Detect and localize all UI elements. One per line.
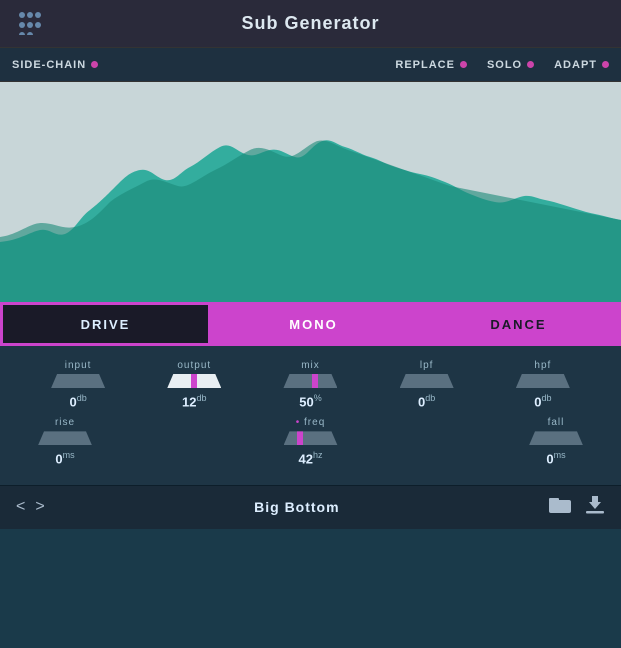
rise-control[interactable]: rise 0ms (30, 417, 100, 466)
fall-fader[interactable] (529, 431, 583, 445)
drive-button[interactable]: DRIVE (0, 302, 208, 346)
input-value: 0db (69, 393, 86, 409)
input-label: input (65, 360, 92, 371)
waveform-display (0, 82, 621, 302)
fall-value: 0ms (546, 450, 565, 466)
waveform-svg (0, 82, 621, 302)
hpf-value: 0db (534, 393, 551, 409)
adapt-label: ADAPT (554, 59, 597, 71)
mix-fader[interactable] (283, 374, 337, 388)
output-value: 12db (182, 393, 206, 409)
footer: < > Big Bottom (0, 485, 621, 529)
freq-control[interactable]: • freq 42hz (276, 417, 346, 466)
replace-button[interactable]: REPLACE (395, 59, 467, 71)
sidechain-button[interactable]: SIDE-CHAIN (12, 59, 98, 71)
output-fader[interactable] (167, 374, 221, 388)
hpf-fader[interactable] (516, 374, 570, 388)
mono-button[interactable]: MONO (211, 302, 416, 346)
mix-value: 50% (299, 393, 321, 409)
rise-fader[interactable] (38, 431, 92, 445)
freq-fader[interactable] (284, 431, 338, 445)
adapt-dot (602, 61, 609, 68)
lpf-control[interactable]: lpf 0db (392, 360, 462, 409)
freq-dot: • (296, 417, 301, 428)
output-control[interactable]: output 12db (159, 360, 229, 409)
next-preset-button[interactable]: > (35, 498, 44, 516)
lpf-label: lpf (420, 360, 434, 371)
sidechain-dot (91, 61, 98, 68)
freq-label: • freq (296, 417, 326, 428)
lpf-fader[interactable] (400, 374, 454, 388)
input-control[interactable]: input 0db (43, 360, 113, 409)
app-title: Sub Generator (241, 13, 379, 34)
input-fader[interactable] (51, 374, 105, 388)
solo-button[interactable]: SOLO (487, 59, 534, 71)
controls-area: input 0db output 12db mix 50% (0, 346, 621, 485)
fall-control[interactable]: fall 0ms (521, 417, 591, 466)
preset-navigation: < > (16, 498, 45, 516)
folder-icon[interactable] (549, 495, 571, 520)
controls-row-1: input 0db output 12db mix 50% (20, 360, 601, 409)
header: Sub Generator (0, 0, 621, 48)
download-icon[interactable] (585, 495, 605, 520)
mix-label: mix (301, 360, 320, 371)
solo-label: SOLO (487, 59, 522, 71)
controls-row-2: rise 0ms • freq 42hz fall (20, 417, 601, 466)
sidechain-label: SIDE-CHAIN (12, 59, 86, 71)
dance-button[interactable]: DANCE (416, 302, 621, 346)
footer-actions (549, 495, 605, 520)
replace-dot (460, 61, 467, 68)
freq-fader-notch (297, 431, 303, 445)
rise-label: rise (55, 417, 75, 428)
mix-control[interactable]: mix 50% (275, 360, 345, 409)
navbar: SIDE-CHAIN REPLACE SOLO ADAPT (0, 48, 621, 82)
hpf-label: hpf (534, 360, 551, 371)
mix-fader-notch (312, 374, 318, 388)
mode-bar: DRIVE MONO DANCE (0, 302, 621, 346)
solo-dot (527, 61, 534, 68)
hpf-control[interactable]: hpf 0db (508, 360, 578, 409)
adapt-button[interactable]: ADAPT (554, 59, 609, 71)
replace-label: REPLACE (395, 59, 455, 71)
rise-value: 0ms (55, 450, 74, 466)
prev-preset-button[interactable]: < (16, 498, 25, 516)
lpf-value: 0db (418, 393, 435, 409)
preset-name: Big Bottom (254, 499, 339, 515)
output-fader-notch (191, 374, 197, 388)
logo (16, 7, 52, 40)
freq-value: 42hz (299, 450, 323, 466)
fall-label: fall (548, 417, 565, 428)
output-label: output (177, 360, 211, 371)
